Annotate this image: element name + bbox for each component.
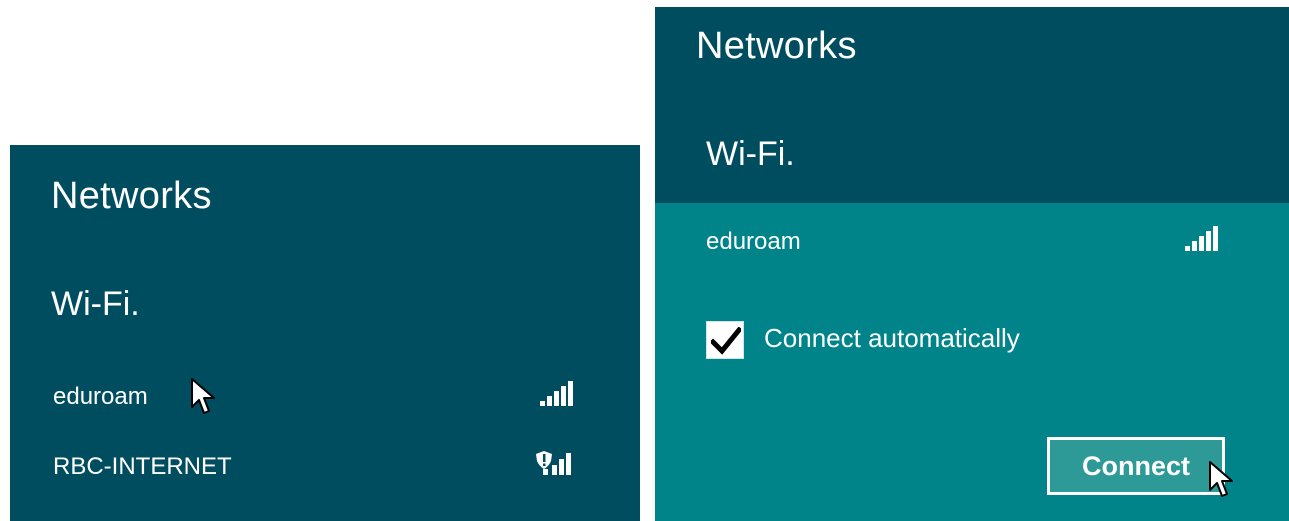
networks-panel-right: Networks Wi-Fi. eduroam Connect automati… (655, 7, 1289, 521)
connect-button[interactable]: Connect (1047, 437, 1225, 495)
mouse-cursor-icon (1209, 461, 1233, 497)
network-item-eduroam-expanded[interactable]: eduroam Connect automatically Connect (655, 203, 1289, 521)
network-name: eduroam (706, 228, 801, 255)
networks-panel-left: Networks Wi-Fi. eduroam RBC-INTERNET (10, 145, 640, 521)
wifi-signal-secured-warning-icon (536, 451, 571, 475)
connect-automatically-checkbox[interactable] (706, 321, 744, 359)
networks-title: Networks (51, 175, 212, 217)
mouse-cursor-icon (191, 378, 215, 414)
network-name: eduroam (53, 383, 148, 410)
checkmark-icon (711, 327, 741, 355)
network-name: RBC-INTERNET (53, 453, 232, 480)
wifi-section-label: Wi-Fi. (706, 135, 795, 173)
networks-title: Networks (696, 25, 857, 67)
network-item-rbc-internet[interactable]: RBC-INTERNET (10, 447, 640, 495)
wifi-signal-icon (1185, 226, 1219, 251)
network-item-eduroam[interactable]: eduroam (10, 377, 640, 425)
wifi-section-label: Wi-Fi. (51, 285, 140, 323)
wifi-signal-icon (540, 381, 574, 406)
connect-automatically-label: Connect automatically (764, 323, 1020, 353)
